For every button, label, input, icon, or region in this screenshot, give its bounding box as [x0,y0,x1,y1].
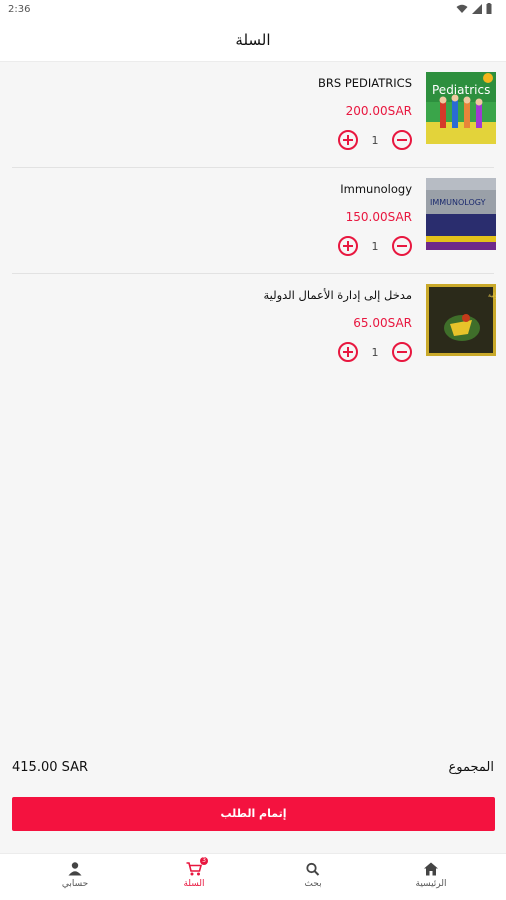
status-icons [456,3,492,14]
cover-title: إدارة الأعمال الدولية [488,291,496,299]
search-icon [305,862,321,876]
nav-label-home: الرئيسية [415,879,447,889]
decrease-quantity-button[interactable] [392,130,412,150]
signal-icon [472,3,482,14]
item-title: Immunology [340,182,412,196]
book-cover-image: Pediatrics [426,72,496,144]
increase-quantity-button[interactable] [338,342,358,362]
status-time: 2:36 [8,4,31,15]
minus-icon [397,139,407,141]
nav-item-account[interactable]: حسابي [35,862,115,889]
total-label: المجموع [448,760,494,775]
item-price: 200.00SAR [345,104,412,118]
status-bar: 2:36 [0,0,506,20]
cover-title: Pediatrics [432,83,490,97]
user-icon [67,862,83,876]
app-bar: السلة [0,20,506,62]
cart-badge: 3 [200,857,208,865]
decrease-quantity-button[interactable] [392,236,412,256]
item-price: 150.00SAR [345,210,412,224]
total-value: 415.00 SAR [12,760,89,775]
book-cover-image: IMMUNOLOGY [426,178,496,250]
minus-icon [397,351,407,353]
item-price: 65.00SAR [353,316,412,330]
nav-item-home[interactable]: الرئيسية [391,862,471,889]
book-cover-image: إدارة الأعمال الدولية [426,284,496,356]
increase-quantity-button[interactable] [338,130,358,150]
battery-icon [486,3,492,14]
quantity-value: 1 [371,239,379,253]
cart-item: Pediatrics BRS PEDIATRICS 200.00SAR 1 [12,62,496,168]
page-title: السلة [235,31,271,49]
nav-item-search[interactable]: بحث [273,862,353,889]
cart-list: Pediatrics BRS PEDIATRICS 200.00SAR 1 IM… [0,62,506,380]
cart-item: IMMUNOLOGY Immunology 150.00SAR 1 [12,168,496,274]
decrease-quantity-button[interactable] [392,342,412,362]
quantity-stepper: 1 [338,342,412,362]
item-title: BRS PEDIATRICS [318,76,412,90]
nav-label-search: بحث [304,879,322,889]
item-title: مدخل إلى إدارة الأعمال الدولية [263,288,412,302]
total-row: 415.00 SAR المجموع [12,758,494,780]
minus-icon [397,245,407,247]
cart-icon: 3 [186,857,208,876]
nav-item-cart[interactable]: 3 السلة [154,857,234,889]
nav-label-account: حسابي [61,879,89,889]
nav-label-cart: السلة [183,879,205,889]
bottom-navigation: الرئيسية بحث 3 السلة حسابي [0,853,506,900]
quantity-stepper: 1 [338,236,412,256]
quantity-value: 1 [371,345,379,359]
wifi-icon [456,4,468,13]
quantity-stepper: 1 [338,130,412,150]
quantity-value: 1 [371,133,379,147]
increase-quantity-button[interactable] [338,236,358,256]
cover-title: IMMUNOLOGY [430,198,486,207]
checkout-button[interactable]: إتمام الطلب [12,797,495,831]
cart-item: إدارة الأعمال الدولية مدخل إلى إدارة الأ… [12,274,496,380]
home-icon [423,862,439,876]
